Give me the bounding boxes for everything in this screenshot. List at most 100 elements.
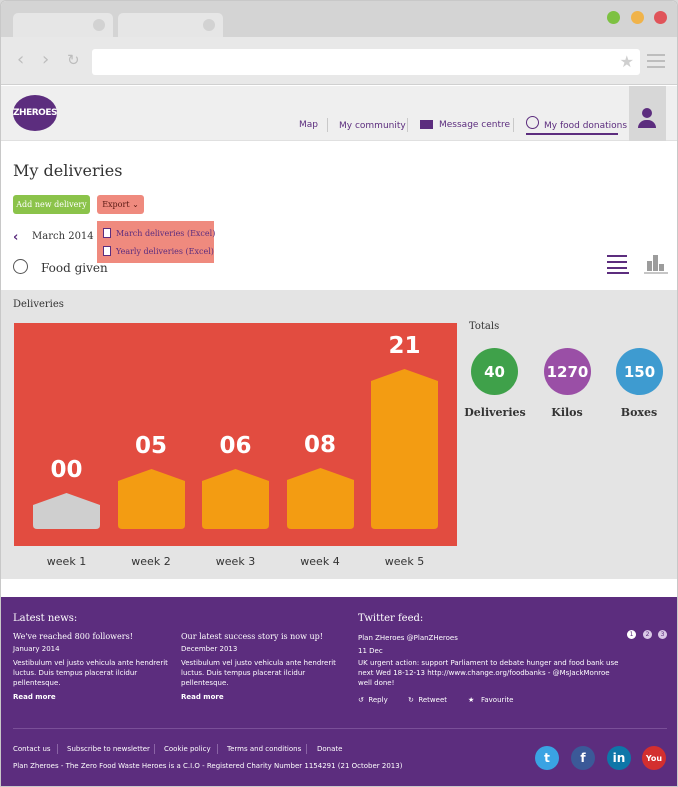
tweet-author[interactable]: Plan ZHeroes @PlanZHeroes bbox=[358, 633, 458, 643]
file-icon bbox=[103, 228, 111, 238]
chart-value-label: 00 bbox=[50, 457, 83, 483]
browser-window: ‹ › ↻ ★ ZHEROES Map My community Message… bbox=[0, 0, 678, 787]
tweet-date: 11 Dec bbox=[358, 647, 383, 655]
news-date: December 2013 bbox=[181, 645, 238, 653]
news-body: Vestibulum vel justo vehicula ante hendr… bbox=[13, 659, 168, 687]
footer-link-divider bbox=[306, 744, 307, 754]
forward-icon[interactable]: › bbox=[42, 50, 49, 70]
envelope-icon bbox=[420, 120, 433, 129]
total-kilos-circle: 1270 bbox=[544, 348, 591, 395]
globe-icon bbox=[526, 116, 539, 129]
footer-link-terms[interactable]: Terms and conditions bbox=[227, 745, 301, 753]
page-title: My deliveries bbox=[13, 161, 123, 180]
nav-my-community[interactable]: My community bbox=[339, 121, 406, 131]
reply-icon: ↺ bbox=[358, 696, 364, 704]
nav-map[interactable]: Map bbox=[299, 120, 318, 130]
close-tab-icon[interactable] bbox=[93, 19, 105, 31]
browser-tab[interactable] bbox=[13, 13, 113, 37]
retweet-action[interactable]: ↻ Retweet bbox=[408, 695, 447, 705]
back-icon[interactable]: ‹ bbox=[17, 50, 24, 70]
chart-x-label: week 3 bbox=[215, 555, 256, 568]
export-menu-item-label: March deliveries (Excel) bbox=[116, 229, 216, 238]
chart-x-label: week 5 bbox=[384, 555, 425, 568]
footer-link-contact[interactable]: Contact us bbox=[13, 745, 51, 753]
total-value: 150 bbox=[623, 362, 656, 381]
export-menu-item-label: Yearly deliveries (Excel) bbox=[116, 247, 214, 256]
month-label: March 2014 bbox=[32, 231, 94, 242]
file-icon bbox=[103, 246, 111, 256]
retweet-icon: ↻ bbox=[408, 696, 414, 704]
news-headline[interactable]: Our latest success story is now up! bbox=[181, 632, 323, 641]
close-window-icon[interactable] bbox=[654, 11, 667, 24]
pager-dot[interactable]: 2 bbox=[643, 630, 652, 639]
export-menu-item-yearly[interactable]: Yearly deliveries (Excel) bbox=[103, 246, 214, 256]
address-bar[interactable]: ★ bbox=[92, 49, 640, 75]
nav-divider bbox=[513, 118, 514, 132]
maximize-icon[interactable] bbox=[607, 11, 620, 24]
news-headline[interactable]: We've reached 800 followers! bbox=[13, 632, 133, 641]
reply-action[interactable]: ↺ Reply bbox=[358, 695, 388, 705]
chart-bar bbox=[202, 469, 269, 529]
close-tab-icon[interactable] bbox=[203, 19, 215, 31]
linkedin-icon[interactable]: in bbox=[607, 746, 631, 770]
total-value: 1270 bbox=[546, 362, 589, 381]
browser-tab[interactable] bbox=[118, 13, 223, 37]
nav-message-centre[interactable]: Message centre bbox=[439, 120, 510, 130]
totals-title: Totals bbox=[469, 321, 500, 332]
chart-bar bbox=[33, 493, 100, 529]
export-label: Export bbox=[102, 200, 130, 209]
logo[interactable]: ZHEROES bbox=[13, 95, 57, 131]
chart-view-icon[interactable] bbox=[645, 255, 667, 271]
facebook-icon[interactable]: f bbox=[571, 746, 595, 770]
chart-x-label: week 4 bbox=[300, 555, 340, 568]
footer-link-cookie[interactable]: Cookie policy bbox=[164, 745, 211, 753]
news-body: Vestibulum vel justo vehicula ante hendr… bbox=[181, 659, 336, 687]
pager-dot[interactable]: 1 bbox=[627, 630, 636, 639]
total-label: Deliveries bbox=[464, 406, 526, 419]
pager-dot[interactable]: 3 bbox=[658, 630, 667, 639]
active-nav-indicator bbox=[526, 133, 618, 135]
chart-x-label: week 1 bbox=[46, 555, 87, 568]
total-value: 40 bbox=[484, 362, 505, 381]
chart-value-label: 08 bbox=[303, 432, 336, 459]
favourite-action[interactable]: ★ Favourite bbox=[468, 695, 513, 705]
chart-bar bbox=[371, 369, 438, 529]
news-date: January 2014 bbox=[13, 645, 60, 653]
browser-menu-icon[interactable] bbox=[647, 54, 665, 72]
footer-link-newsletter[interactable]: Subscribe to newsletter bbox=[67, 745, 150, 753]
star-icon: ★ bbox=[468, 696, 475, 704]
minimize-icon[interactable] bbox=[631, 11, 644, 24]
inactive-view-indicator bbox=[644, 272, 668, 274]
footer-link-donate[interactable]: Donate bbox=[317, 745, 342, 753]
chart-x-label: week 2 bbox=[131, 555, 171, 568]
nav-divider bbox=[327, 118, 328, 132]
twitter-title: Twitter feed: bbox=[358, 613, 424, 624]
chart-bar bbox=[117, 469, 185, 529]
chart-value-label: 06 bbox=[219, 433, 252, 459]
browser-toolbar: ‹ › ↻ ★ bbox=[1, 37, 677, 85]
read-more-link[interactable]: Read more bbox=[13, 692, 56, 702]
twitter-icon[interactable]: t bbox=[535, 746, 559, 770]
filter-label: Food given bbox=[41, 261, 108, 275]
nav-my-food-donations[interactable]: My food donations bbox=[544, 121, 627, 131]
footer-divider bbox=[13, 728, 667, 729]
chevron-left-icon[interactable]: ‹ bbox=[13, 230, 18, 245]
add-delivery-button[interactable]: Add new delivery bbox=[13, 195, 90, 214]
nav-divider bbox=[407, 118, 408, 132]
read-more-link[interactable]: Read more bbox=[181, 692, 224, 702]
reply-label: Reply bbox=[368, 696, 388, 704]
browser-tab-strip bbox=[1, 1, 677, 37]
youtube-icon[interactable]: You bbox=[642, 746, 666, 770]
export-menu-item-march[interactable]: March deliveries (Excel) bbox=[103, 228, 215, 238]
total-label: Boxes bbox=[620, 406, 658, 419]
user-icon bbox=[638, 108, 656, 128]
reload-icon[interactable]: ↻ bbox=[67, 50, 80, 70]
bookmark-star-icon[interactable]: ★ bbox=[620, 52, 634, 72]
chart-bar bbox=[286, 468, 354, 529]
list-view-icon[interactable] bbox=[607, 255, 627, 273]
export-button[interactable]: Export ⌄ bbox=[97, 195, 144, 214]
footer-link-divider bbox=[57, 744, 58, 754]
chart-value-label: 05 bbox=[134, 433, 167, 459]
footer-link-divider bbox=[217, 744, 218, 754]
favourite-label: Favourite bbox=[480, 696, 514, 704]
